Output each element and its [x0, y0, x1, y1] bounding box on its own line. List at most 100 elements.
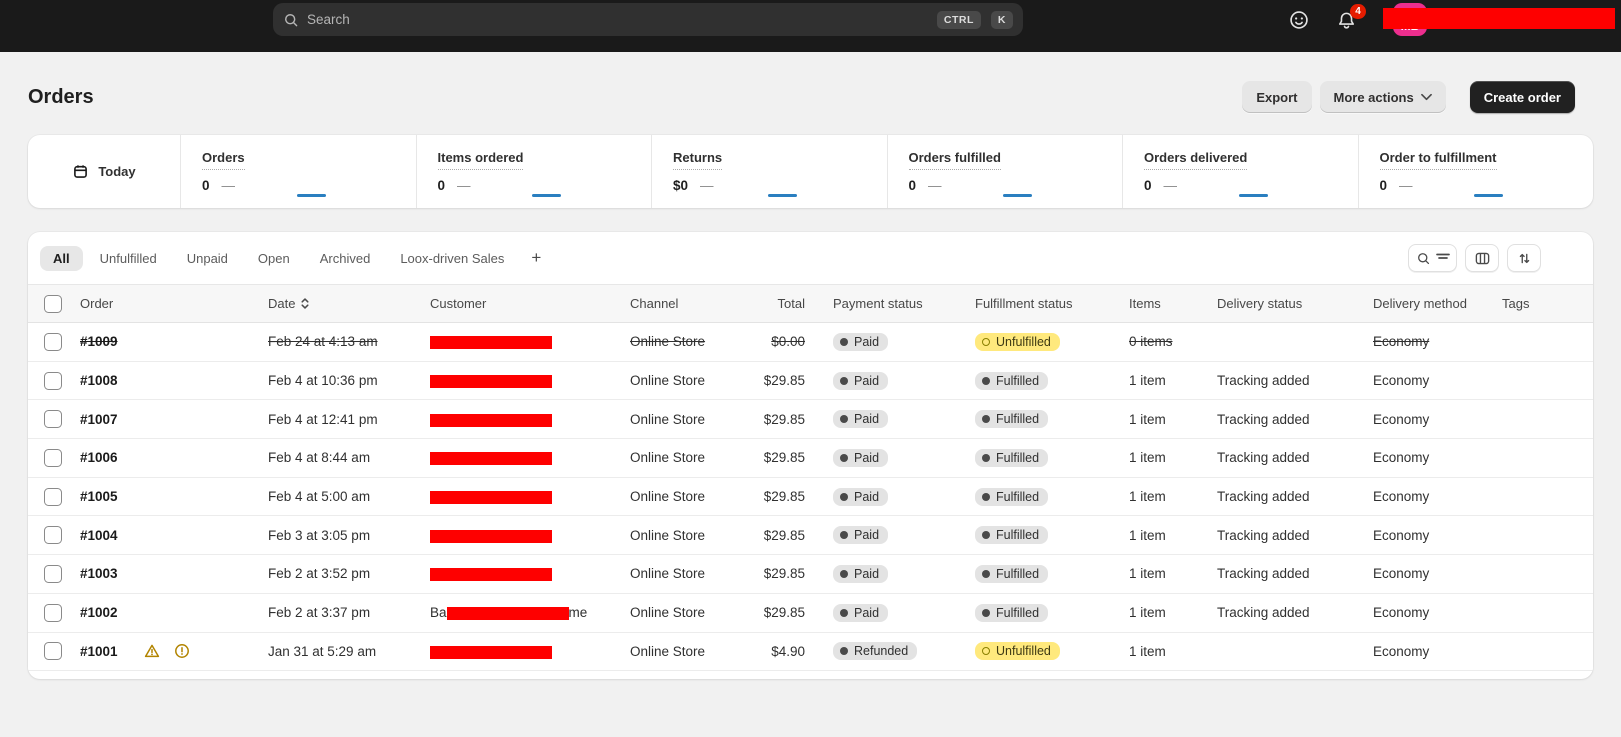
fulfillment-status-badge: Fulfilled: [975, 410, 1048, 428]
total-cell: $0.00: [771, 334, 805, 349]
metric-sparkline: [768, 194, 797, 197]
delivery-status-cell: Tracking added: [1217, 450, 1310, 465]
channel-cell: Online Store: [630, 373, 705, 388]
redaction-bar: [430, 336, 552, 349]
header-actions: Export More actions Create order: [1242, 81, 1575, 113]
metric-card[interactable]: Orders 0 —: [180, 135, 416, 208]
notifications-button[interactable]: 4: [1336, 10, 1357, 31]
row-checkbox[interactable]: [44, 410, 62, 428]
order-number-link[interactable]: #1008: [80, 373, 118, 388]
channel-cell: Online Store: [630, 566, 705, 581]
view-tab-loox-driven-sales[interactable]: Loox-driven Sales: [387, 246, 517, 271]
order-number-link[interactable]: #1009: [80, 334, 118, 349]
orders-table-card: AllUnfulfilledUnpaidOpenArchivedLoox-dri…: [28, 232, 1593, 679]
view-tab-unpaid[interactable]: Unpaid: [174, 246, 241, 271]
metric-delta: —: [700, 178, 714, 193]
metric-label[interactable]: Orders fulfilled: [909, 150, 1001, 170]
metric-delta: —: [1399, 178, 1413, 193]
metric-value: $0: [673, 178, 688, 193]
create-order-button[interactable]: Create order: [1470, 81, 1575, 113]
order-row[interactable]: #1009 Feb 24 at 4:13 am Online Store $0.…: [28, 323, 1593, 362]
view-tab-unfulfilled[interactable]: Unfulfilled: [87, 246, 170, 271]
payment-status-badge: Paid: [833, 565, 888, 583]
status-dot: [840, 415, 848, 423]
channel-cell: Online Store: [630, 489, 705, 504]
column-header-customer: Customer: [430, 296, 630, 311]
customer-cell: [430, 528, 630, 543]
fulfillment-status-badge: Unfulfilled: [975, 642, 1060, 660]
date-range-button[interactable]: Today: [28, 135, 180, 208]
sort-button[interactable]: [1507, 244, 1541, 272]
items-cell: 1 item: [1129, 412, 1166, 427]
status-dot: [840, 570, 848, 578]
store-menu[interactable]: MB: [1383, 1, 1613, 39]
row-checkbox[interactable]: [44, 565, 62, 583]
delivery-status-cell: Tracking added: [1217, 412, 1310, 427]
order-number-link[interactable]: #1001: [80, 644, 118, 659]
delivery-status-cell: Tracking added: [1217, 605, 1310, 620]
delivery-method-cell: Economy: [1373, 489, 1429, 504]
order-alerts: [144, 643, 190, 659]
payment-status-badge: Paid: [833, 604, 888, 622]
search-placeholder: Search: [307, 12, 929, 27]
sidekick-button[interactable]: [1288, 9, 1310, 31]
row-checkbox[interactable]: [44, 604, 62, 622]
select-all-checkbox[interactable]: [44, 295, 62, 313]
column-header-date[interactable]: Date: [268, 296, 430, 311]
metric-card[interactable]: Orders delivered 0 —: [1122, 135, 1358, 208]
payment-status-badge: Paid: [833, 372, 888, 390]
search-bar[interactable]: Search CTRL K: [273, 3, 1023, 36]
order-row[interactable]: #1003 Feb 2 at 3:52 pm Online Store $29.…: [28, 555, 1593, 594]
payment-status-badge: Paid: [833, 488, 888, 506]
order-row[interactable]: #1007 Feb 4 at 12:41 pm Online Store $29…: [28, 400, 1593, 439]
metric-value: 0: [202, 178, 210, 193]
export-button[interactable]: Export: [1242, 81, 1311, 113]
more-actions-button[interactable]: More actions: [1320, 81, 1446, 113]
order-row[interactable]: #1005 Feb 4 at 5:00 am Online Store $29.…: [28, 478, 1593, 517]
view-tab-archived[interactable]: Archived: [307, 246, 384, 271]
order-number-link[interactable]: #1003: [80, 566, 118, 581]
metric-card[interactable]: Returns $0 —: [651, 135, 887, 208]
metric-sparkline: [1239, 194, 1268, 197]
row-checkbox[interactable]: [44, 333, 62, 351]
order-number-link[interactable]: #1007: [80, 412, 118, 427]
customer-cell: [430, 450, 630, 465]
view-tab-open[interactable]: Open: [245, 246, 303, 271]
order-number-link[interactable]: #1002: [80, 605, 118, 620]
fulfillment-status-badge: Fulfilled: [975, 372, 1048, 390]
metric-value: 0: [1144, 178, 1152, 193]
status-dot: [982, 570, 990, 578]
delivery-method-cell: Economy: [1373, 644, 1429, 659]
view-tab-all[interactable]: All: [40, 246, 83, 271]
shortcut-k-key: K: [991, 11, 1013, 29]
page-header: Orders Export More actions Create order: [28, 81, 1593, 113]
fulfillment-status-badge: Fulfilled: [975, 565, 1048, 583]
row-checkbox[interactable]: [44, 488, 62, 506]
metric-label[interactable]: Returns: [673, 150, 722, 170]
metric-label[interactable]: Items ordered: [438, 150, 524, 170]
date-cell: Feb 4 at 12:41 pm: [268, 412, 378, 427]
row-checkbox[interactable]: [44, 526, 62, 544]
metric-card[interactable]: Items ordered 0 —: [416, 135, 652, 208]
order-row[interactable]: #1004 Feb 3 at 3:05 pm Online Store $29.…: [28, 516, 1593, 555]
columns-button[interactable]: [1465, 244, 1499, 272]
metric-label[interactable]: Order to fulfillment: [1380, 150, 1497, 170]
row-checkbox[interactable]: [44, 449, 62, 467]
metric-card[interactable]: Orders fulfilled 0 —: [887, 135, 1123, 208]
metric-card[interactable]: Order to fulfillment 0 —: [1358, 135, 1594, 208]
order-row[interactable]: #1008 Feb 4 at 10:36 pm Online Store $29…: [28, 362, 1593, 401]
row-checkbox[interactable]: [44, 372, 62, 390]
order-number-link[interactable]: #1006: [80, 450, 118, 465]
order-row[interactable]: #1002 Feb 2 at 3:37 pm Bame Online Store…: [28, 594, 1593, 633]
items-cell: 1 item: [1129, 373, 1166, 388]
add-view-button[interactable]: +: [521, 246, 551, 270]
search-filter-button[interactable]: [1408, 244, 1457, 272]
row-checkbox[interactable]: [44, 642, 62, 660]
column-header-fulfillment-status: Fulfillment status: [975, 296, 1129, 311]
order-number-link[interactable]: #1005: [80, 489, 118, 504]
metric-label[interactable]: Orders delivered: [1144, 150, 1247, 170]
order-row[interactable]: #1006 Feb 4 at 8:44 am Online Store $29.…: [28, 439, 1593, 478]
metric-label[interactable]: Orders: [202, 150, 245, 170]
order-number-link[interactable]: #1004: [80, 528, 118, 543]
order-row[interactable]: #1001 Jan 31 at 5:29 am Online Store $4.…: [28, 633, 1593, 672]
